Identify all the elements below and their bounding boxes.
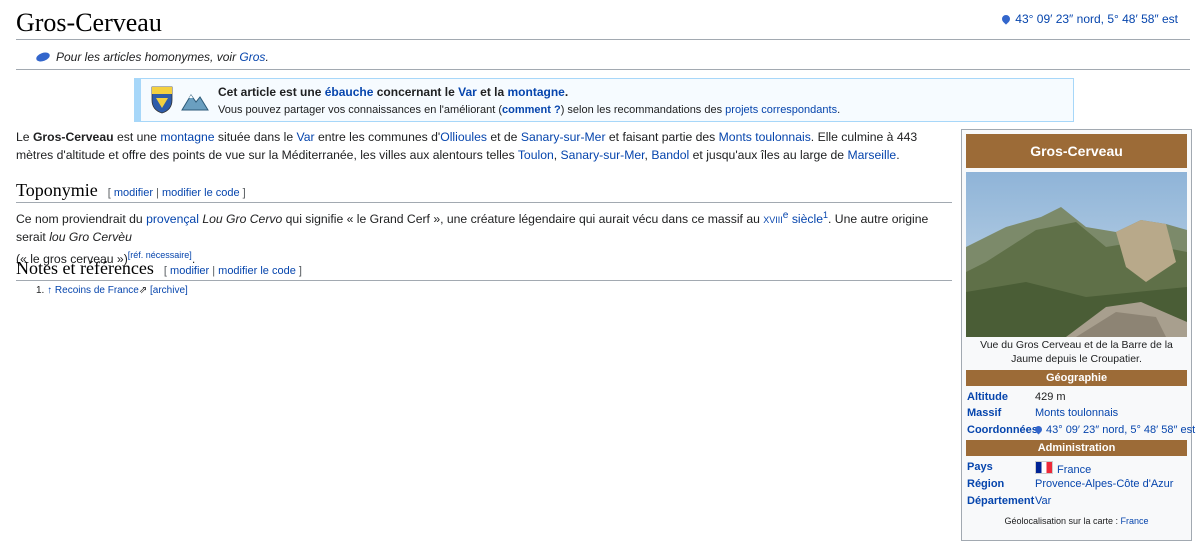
altitude-label[interactable]: Altitude	[967, 391, 1008, 403]
hatnote-divider	[16, 69, 1190, 70]
geolocation-label: Géolocalisation sur la carte : France	[1004, 516, 1149, 526]
ref-archive-link[interactable]: [archive]	[150, 285, 188, 296]
title-coordinates[interactable]: 43° 09′ 23″ nord, 5° 48′ 58″ est	[1000, 12, 1178, 26]
link-monts-toulonnais[interactable]: Monts toulonnais	[719, 130, 811, 144]
intro-paragraph: Le Gros-Cerveau est une montagne située …	[16, 130, 918, 162]
external-link-icon: ⇗	[138, 285, 148, 296]
geolocation-france-link[interactable]: France	[1121, 516, 1149, 526]
stub-link-comment[interactable]: comment ?	[502, 104, 561, 116]
map-pin-icon	[1033, 424, 1044, 435]
var-coat-of-arms-icon	[151, 86, 173, 114]
region-label[interactable]: Région	[967, 478, 1004, 490]
pays-link[interactable]: France	[1057, 464, 1091, 476]
link-ollioules[interactable]: Ollioules	[440, 130, 487, 144]
stub-link-ebauche[interactable]: ébauche	[325, 85, 374, 99]
stub-banner: Cet article est une ébauche concernant l…	[134, 78, 1074, 122]
map-pin-icon	[1000, 13, 1012, 25]
title-divider	[16, 39, 1190, 40]
section-heading-notes: Notes et références[ modifier | modifier…	[16, 258, 302, 278]
coordinates-link[interactable]: 43° 09′ 23″ nord, 5° 48′ 58″ est	[1015, 12, 1178, 26]
mountain-photo[interactable]	[966, 172, 1187, 337]
link-sanary[interactable]: Sanary-sur-Mer	[521, 130, 606, 144]
infobox-coordinates-link[interactable]: 43° 09′ 23″ nord, 5° 48′ 58″ est	[1046, 424, 1195, 436]
ref-link-recoins[interactable]: Recoins de France	[55, 285, 139, 296]
edit-notes[interactable]: modifier	[170, 265, 209, 277]
section-heading-toponymie: Toponymie[ modifier | modifier le code ]	[16, 180, 246, 200]
stub-link-montagne[interactable]: montagne	[508, 85, 565, 99]
toponymie-divider	[16, 202, 952, 203]
hatnote-link-gros[interactable]: Gros	[239, 50, 265, 64]
infobox-header-administration: Administration	[966, 440, 1187, 456]
link-provencal[interactable]: provençal	[146, 212, 199, 226]
departement-link[interactable]: Var	[1035, 495, 1051, 507]
coordonnees-label[interactable]: Coordonnées	[967, 424, 1038, 436]
altitude-value: 429 m	[1035, 391, 1066, 403]
infobox-title: Gros-Cerveau	[966, 134, 1187, 168]
stub-banner-stripe	[135, 79, 141, 121]
departement-label[interactable]: Département	[967, 495, 1034, 507]
page-title: Gros-Cerveau	[16, 8, 162, 37]
edit-toponymie[interactable]: modifier	[114, 187, 153, 199]
disambiguation-icon	[35, 50, 51, 64]
link-marseille[interactable]: Marseille	[847, 148, 896, 162]
infobox: Gros-Cerveau Vue du Gros Cerveau et de l…	[961, 129, 1195, 541]
region-link[interactable]: Provence-Alpes-Côte d'Azur	[1035, 478, 1173, 490]
ref-backlink[interactable]: ↑	[47, 285, 52, 296]
link-sanary-2[interactable]: Sanary-sur-Mer	[561, 148, 645, 162]
photo-caption: Vue du Gros Cerveau et de la Barre de la…	[980, 339, 1173, 365]
link-bandol[interactable]: Bandol	[651, 148, 689, 162]
massif-label[interactable]: Massif	[967, 407, 1001, 419]
infobox-header-geographie: Géographie	[966, 370, 1187, 386]
france-flag-icon	[1035, 461, 1053, 474]
link-var[interactable]: Var	[297, 130, 315, 144]
edit-code-notes[interactable]: modifier le code	[218, 265, 296, 277]
pays-label[interactable]: Pays	[967, 461, 993, 473]
edit-code-toponymie[interactable]: modifier le code	[162, 187, 240, 199]
hatnote: Pour les articles homonymes, voir Gros.	[35, 50, 269, 64]
stub-link-projets[interactable]: projets correspondants	[725, 104, 837, 116]
massif-link[interactable]: Monts toulonnais	[1035, 407, 1118, 419]
link-montagne[interactable]: montagne	[160, 130, 214, 144]
notes-divider	[16, 280, 952, 281]
link-siecle[interactable]: xviiie siècle	[763, 210, 823, 226]
stub-line-1: Cet article est une ébauche concernant l…	[218, 85, 569, 99]
references-list: 1. ↑ Recoins de France⇗ [archive]	[36, 285, 188, 296]
stub-line-2: Vous pouvez partager vos connaissances e…	[218, 104, 841, 116]
stub-link-var[interactable]: Var	[458, 85, 477, 99]
mountain-icon	[181, 94, 209, 111]
link-toulon[interactable]: Toulon	[518, 148, 554, 162]
